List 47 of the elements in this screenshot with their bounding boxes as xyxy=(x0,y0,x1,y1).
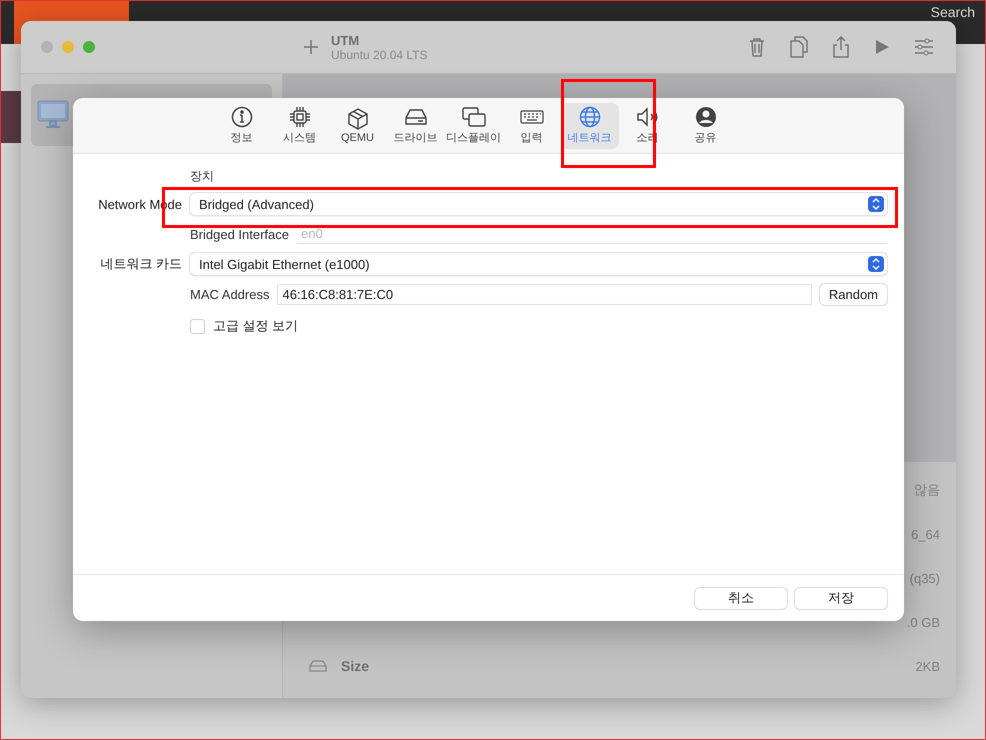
input-field[interactable]: 46:16:C8:81:7E:C0 xyxy=(277,284,812,304)
detail-label: Size xyxy=(341,658,370,674)
field-label: MAC Address xyxy=(190,286,270,302)
cube-icon xyxy=(346,108,370,130)
monitor-icon xyxy=(37,100,69,130)
page-banner xyxy=(1,91,23,143)
settings-tab[interactable]: 드라이브 xyxy=(386,102,444,148)
popup-menu[interactable]: Bridged (Advanced) xyxy=(190,193,887,215)
dialog-button[interactable]: 취소 xyxy=(695,588,787,608)
detail-value: 않음 xyxy=(914,481,940,499)
stepper-icon xyxy=(868,256,884,272)
settings-tab[interactable]: 입력 xyxy=(502,102,560,148)
settings-tab[interactable]: 디스플레이 xyxy=(444,102,502,148)
play-icon[interactable] xyxy=(874,39,890,55)
speaker-icon xyxy=(636,106,660,128)
info-icon xyxy=(230,106,254,128)
random-button[interactable]: Random xyxy=(820,284,887,304)
section-title: 장치 xyxy=(190,168,215,185)
share-icon[interactable] xyxy=(832,36,850,58)
detail-value: 6_64 xyxy=(911,526,940,542)
window-subtitle: Ubuntu 20.04 LTS xyxy=(331,48,428,62)
copy-icon[interactable] xyxy=(790,36,808,58)
window-title: UTM xyxy=(331,32,360,48)
settings-tab[interactable]: 공유 xyxy=(676,102,734,148)
person-icon xyxy=(694,106,718,128)
checkbox-label: 고급 설정 보기 xyxy=(213,317,298,335)
globe-icon xyxy=(578,106,602,128)
detail-value: 2KB xyxy=(915,658,940,674)
drive-icon xyxy=(309,660,327,672)
field-label: Bridged Interface xyxy=(190,226,290,242)
zoom-button[interactable] xyxy=(83,41,95,53)
display-icon xyxy=(462,106,486,128)
detail-value: (q35) xyxy=(910,570,940,586)
dialog-button[interactable]: 저장 xyxy=(795,588,887,608)
settings-tab[interactable]: QEMU xyxy=(328,102,386,148)
trash-icon[interactable] xyxy=(748,37,766,57)
settings-tab[interactable]: 시스템 xyxy=(270,102,328,148)
search-link[interactable]: Search xyxy=(930,4,975,20)
settings-icon[interactable] xyxy=(914,38,934,56)
detail-value: .0 GB xyxy=(906,614,940,630)
add-icon[interactable] xyxy=(303,39,319,55)
checkbox[interactable] xyxy=(190,318,205,334)
field-label: 네트워크 카드 xyxy=(99,255,183,273)
settings-tab[interactable]: 정보 xyxy=(212,102,270,148)
stepper-icon xyxy=(868,196,884,212)
chip-icon xyxy=(288,106,312,128)
popup-menu[interactable]: Intel Gigabit Ethernet (e1000) xyxy=(190,253,887,275)
